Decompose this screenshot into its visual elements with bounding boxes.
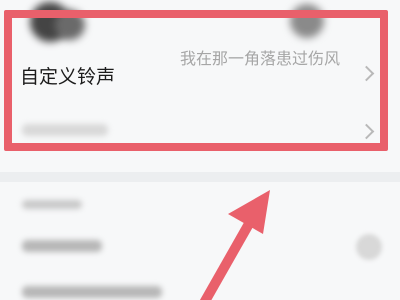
- pointer-arrow: [199, 190, 270, 300]
- settings-screen: 自定义铃声 我在那一角落患过伤风: [0, 0, 400, 300]
